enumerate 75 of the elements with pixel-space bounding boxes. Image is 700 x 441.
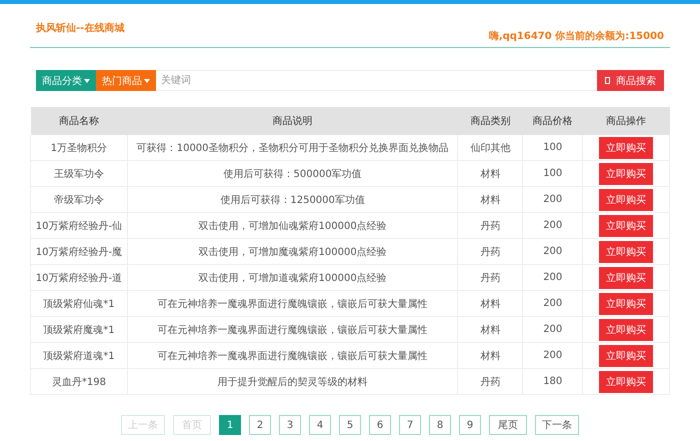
buy-button[interactable]: 立即购买 [599,136,654,158]
buy-button[interactable]: 立即购买 [599,240,654,262]
keyword-field[interactable]: 关键词 [156,70,597,91]
table-cell: 丹药 [458,238,523,264]
column-header: 商品说明 [127,107,458,135]
page-button[interactable]: 尾页 [489,415,527,435]
table-cell: 180 [522,368,583,394]
table-cell: 顶级紫府魔魂*1 [30,316,128,342]
page-button[interactable]: 3 [279,415,301,435]
table-cell: 200 [522,316,583,342]
buy-button[interactable]: 立即购买 [599,370,654,392]
buy-button[interactable]: 立即购买 [599,344,654,366]
table-cell: 10万紫府经验丹-道 [30,264,128,290]
table-cell: 用于提升觉醒后的契灵等级的材料 [127,368,458,394]
table-cell: 10万紫府经验丹-魔 [30,238,128,264]
buy-button[interactable]: 立即购买 [599,162,654,184]
table-cell: 200 [522,342,583,368]
table-cell: 10万紫府经验丹-仙 [30,212,128,238]
table-cell: 双击使用，可增加仙魂紫府100000点经验 [127,212,458,238]
buy-button[interactable]: 立即购买 [599,292,654,314]
table-cell: 可在元神培养一魔魂界面进行魔魄镶嵌，镶嵌后可获大量属性 [127,342,458,368]
table-cell: 丹药 [458,212,523,238]
page-button[interactable]: 下一条 [535,415,579,435]
page-button[interactable]: 9 [459,415,481,435]
table-cell: 灵血丹*198 [30,368,128,394]
table-cell: 可在元神培养一魔魂界面进行魔魄镶嵌，镶嵌后可获大量属性 [127,316,458,342]
page-button[interactable]: 5 [339,415,361,435]
category-dropdown[interactable]: 商品分类 [36,70,96,91]
table-cell: 200 [522,212,583,238]
site-title: 执风斩仙--在线商城 [36,21,124,35]
balance-text: 嗨,qq16470 你当前的余额为:15000 [488,29,664,43]
page-button[interactable]: 6 [369,415,391,435]
table-cell: 双击使用，可增加魔魂紫府100000点经验 [127,238,458,264]
column-header: 商品名称 [30,107,128,135]
column-header: 商品类别 [458,107,523,135]
table-cell: 材料 [458,160,523,186]
buy-button[interactable]: 立即购买 [599,188,654,210]
table-cell: 200 [522,186,583,212]
page-button[interactable]: 2 [249,415,271,435]
table-cell: 200 [522,264,583,290]
column-header: 商品操作 [582,107,670,135]
table-cell: 王级军功令 [30,160,128,186]
search-button[interactable]: 商品搜索 [597,70,664,91]
table-cell: 丹药 [458,264,523,290]
caret-icon [84,78,90,82]
table-cell: 100 [522,135,583,160]
table-cell: 双击使用，可增加道魂紫府100000点经验 [127,264,458,290]
table-cell: 200 [522,290,583,316]
table-cell: 顶级紫府道魂*1 [30,342,128,368]
buy-button[interactable]: 立即购买 [599,266,654,288]
table-cell: 丹药 [458,368,523,394]
table-cell: 仙印其他 [458,135,523,160]
buy-button[interactable]: 立即购买 [599,318,654,340]
page-button[interactable]: 8 [429,415,451,435]
table-cell: 可获得：10000圣物积分，圣物积分可用于圣物积分兑换界面兑换物品 [127,135,458,160]
placeholder-icon [605,77,610,84]
page-button[interactable]: 1 [219,415,241,435]
buy-button[interactable]: 立即购买 [599,214,654,236]
table-cell: 100 [522,160,583,186]
table-cell: 顶级紫府仙魂*1 [30,290,128,316]
page-button[interactable]: 4 [309,415,331,435]
table-cell: 材料 [458,186,523,212]
page-button[interactable]: 7 [399,415,421,435]
hot-items-dropdown[interactable]: 热门商品 [96,70,156,91]
table-cell: 可在元神培养一魔魂界面进行魔魄镶嵌，镶嵌后可获大量属性 [127,290,458,316]
table-cell: 使用后可获得：500000军功值 [127,160,458,186]
column-header: 商品价格 [522,107,583,135]
table-cell: 1万圣物积分 [30,135,128,160]
table-cell: 帝级军功令 [30,186,128,212]
table-cell: 200 [522,238,583,264]
table-cell: 材料 [458,342,523,368]
table-cell: 材料 [458,316,523,342]
table-cell: 材料 [458,290,523,316]
table-cell: 使用后可获得：1250000军功值 [127,186,458,212]
caret-icon [144,78,150,82]
